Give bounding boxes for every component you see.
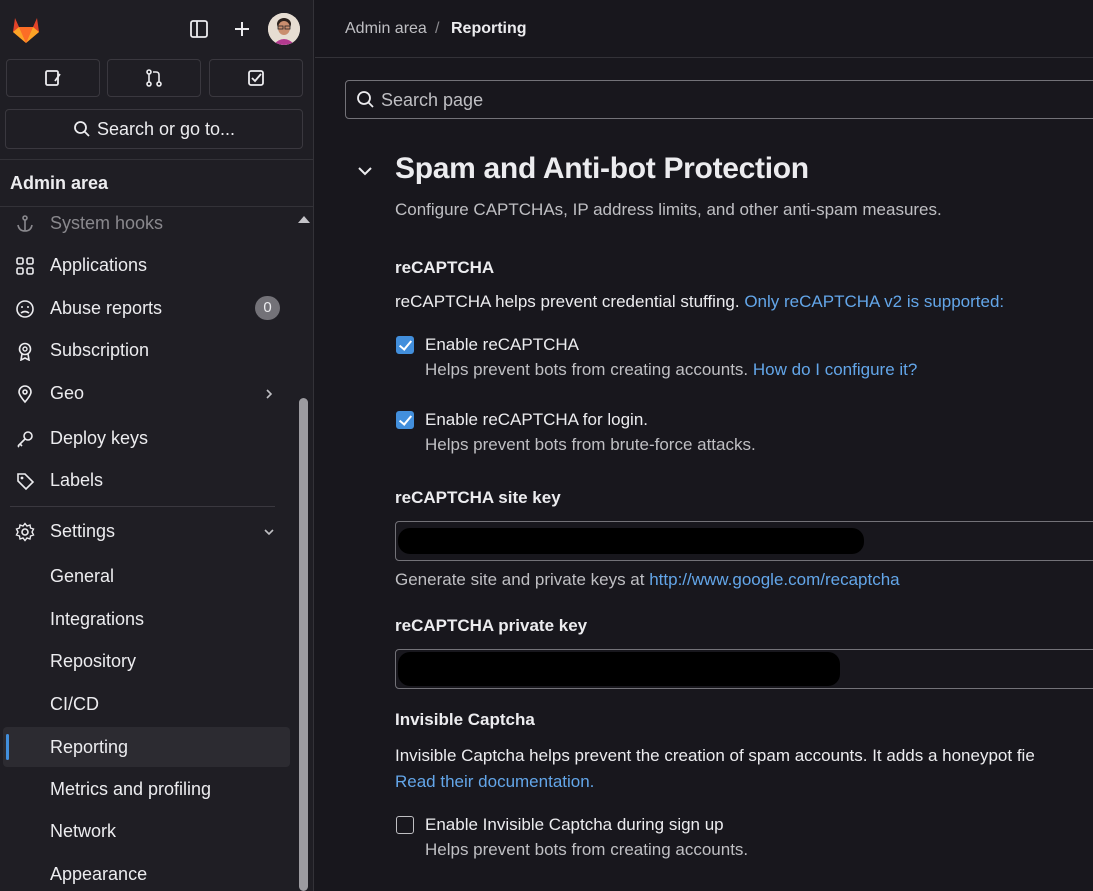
sidebar-subitem-general[interactable]: General (0, 556, 292, 596)
sidebar-item-label: Labels (50, 469, 104, 490)
sidebar-item-applications[interactable]: Applications (0, 245, 292, 285)
sidebar-item-label: Integrations (50, 608, 145, 629)
settings-icon (14, 521, 36, 543)
invisible-captcha-intro: Invisible Captcha helps prevent the crea… (395, 746, 1035, 765)
sidebar-subitem-repository[interactable]: Repository (0, 641, 292, 681)
section-description: Configure CAPTCHAs, IP address limits, a… (395, 200, 942, 219)
plus-icon[interactable] (228, 15, 256, 43)
sidebar-item-label: Repository (50, 650, 137, 671)
sidebar-item-label: Geo (50, 382, 85, 403)
context-title: Admin area (0, 159, 313, 207)
recaptcha-heading: reCAPTCHA (395, 258, 495, 277)
applications-icon (14, 255, 36, 277)
google-recaptcha-link[interactable]: http://www.google.com/recaptcha (649, 570, 899, 589)
location-icon (14, 383, 36, 405)
invisible-captcha-docs-link[interactable]: Read their documentation. (395, 772, 594, 792)
sidebar-divider (10, 506, 275, 507)
sidebar-item-settings[interactable]: Settings (0, 511, 292, 551)
site-key-help-line: Generate site and private keys at http:/… (395, 570, 900, 590)
search-or-go-to-button[interactable]: Search or go to... (5, 109, 303, 149)
enable-invisible-captcha-label: Enable Invisible Captcha during sign up (425, 815, 724, 834)
sidebar-item-label: System hooks (50, 212, 164, 233)
recaptcha-intro-line: reCAPTCHA helps prevent credential stuff… (395, 292, 1004, 312)
sidebar-subitem-reporting[interactable]: Reporting (3, 727, 290, 767)
redacted-value (398, 652, 840, 686)
search-icon (74, 121, 90, 137)
site-key-input[interactable] (395, 521, 1093, 561)
anchor-icon (14, 213, 36, 235)
sidebar: Search or go to... Admin area System hoo… (0, 0, 314, 891)
invisible-captcha-heading: Invisible Captcha (395, 710, 535, 729)
issues-button[interactable] (6, 59, 100, 97)
redacted-value (398, 528, 864, 554)
sidebar-subitem-metrics-and-profiling[interactable]: Metrics and profiling (0, 769, 292, 809)
enable-invisible-captcha-help: Helps prevent bots from creating account… (425, 840, 749, 859)
sidebar-item-label: Appearance (50, 863, 148, 884)
merge-request-icon (146, 69, 162, 87)
enable-recaptcha-help: Helps prevent bots from creating account… (425, 360, 749, 379)
enable-recaptcha-checkbox[interactable] (396, 336, 414, 354)
gitlab-logo-icon[interactable] (9, 12, 43, 46)
avatar[interactable] (268, 13, 300, 45)
todo-icon (248, 70, 264, 86)
count-badge: 0 (255, 296, 280, 320)
sidebar-item-label: Reporting (50, 736, 129, 757)
key-icon (14, 428, 36, 450)
chevron-down-icon (262, 523, 276, 544)
recaptcha-intro: reCAPTCHA helps prevent credential stuff… (395, 292, 740, 311)
breadcrumb-current: Reporting (451, 20, 527, 37)
sidebar-item-label: General (50, 565, 115, 586)
sidebar-item-label: Applications (50, 254, 148, 275)
breadcrumb-admin-area[interactable]: Admin area (345, 20, 427, 38)
sidebar-item-label: Metrics and profiling (50, 778, 212, 799)
private-key-label: reCAPTCHA private key (395, 616, 588, 635)
enable-recaptcha-login-help: Helps prevent bots from brute-force atta… (425, 435, 756, 454)
sidebar-subitem-integrations[interactable]: Integrations (0, 599, 292, 639)
issues-icon (45, 70, 61, 86)
breadcrumb-separator: / (435, 20, 440, 37)
abuse-icon (14, 298, 36, 320)
todos-button[interactable] (209, 59, 303, 97)
site-key-help: Generate site and private keys at (395, 570, 645, 589)
sidebar-item-label: CI/CD (50, 693, 99, 714)
enable-recaptcha-help-line: Helps prevent bots from creating account… (425, 360, 917, 380)
sidebar-item-label: Abuse reports (50, 297, 163, 318)
enable-invisible-captcha-checkbox[interactable] (396, 816, 414, 834)
search-page-input[interactable]: Search page (345, 80, 1093, 119)
sidebar-item-label: Settings (50, 520, 116, 541)
recaptcha-v2-link[interactable]: Only reCAPTCHA v2 is supported: (744, 292, 1004, 311)
sidebar-item-labels[interactable]: Labels (0, 460, 292, 500)
sidebar-item-label: Network (50, 820, 117, 841)
sidebar-item-geo[interactable]: Geo (0, 373, 292, 413)
license-icon (14, 340, 36, 362)
enable-recaptcha-login-label: Enable reCAPTCHA for login. (425, 410, 648, 429)
sidebar-item-system-hooks[interactable]: System hooks (0, 203, 292, 243)
sidebar-item-label: Deploy keys (50, 427, 149, 448)
site-key-label: reCAPTCHA site key (395, 488, 561, 507)
sidebar-item-subscription[interactable]: Subscription (0, 330, 292, 370)
collapse-section-chevron-icon[interactable] (356, 162, 374, 185)
sidebar-subitem-network[interactable]: Network (0, 811, 292, 851)
enable-recaptcha-login-checkbox[interactable] (396, 411, 414, 429)
search-icon (356, 90, 376, 115)
enable-recaptcha-label: Enable reCAPTCHA (425, 335, 580, 354)
labels-icon (14, 470, 36, 492)
search-page-placeholder: Search page (381, 90, 484, 110)
sidebar-scrollbar-thumb[interactable] (299, 398, 308, 891)
sidebar-item-abuse-reports[interactable]: Abuse reports 0 (0, 288, 292, 328)
sidebar-item-deploy-keys[interactable]: Deploy keys (0, 418, 292, 458)
sidebar-item-label: Subscription (50, 339, 150, 360)
sidebar-subitem-appearance[interactable]: Appearance (0, 854, 292, 891)
how-to-configure-link[interactable]: How do I configure it? (753, 360, 917, 379)
sidebar-toggle-icon[interactable] (185, 15, 213, 43)
merge-requests-button[interactable] (107, 59, 201, 97)
private-key-input[interactable] (395, 649, 1093, 689)
top-bar: Admin area / Reporting (315, 0, 1093, 58)
scroll-up-arrow-icon[interactable] (298, 216, 310, 223)
chevron-right-icon (262, 385, 276, 406)
section-title: Spam and Anti-bot Protection (395, 152, 809, 185)
search-or-go-to-label: Search or go to... (96, 118, 236, 139)
sidebar-subitem-ci-cd[interactable]: CI/CD (0, 684, 292, 724)
